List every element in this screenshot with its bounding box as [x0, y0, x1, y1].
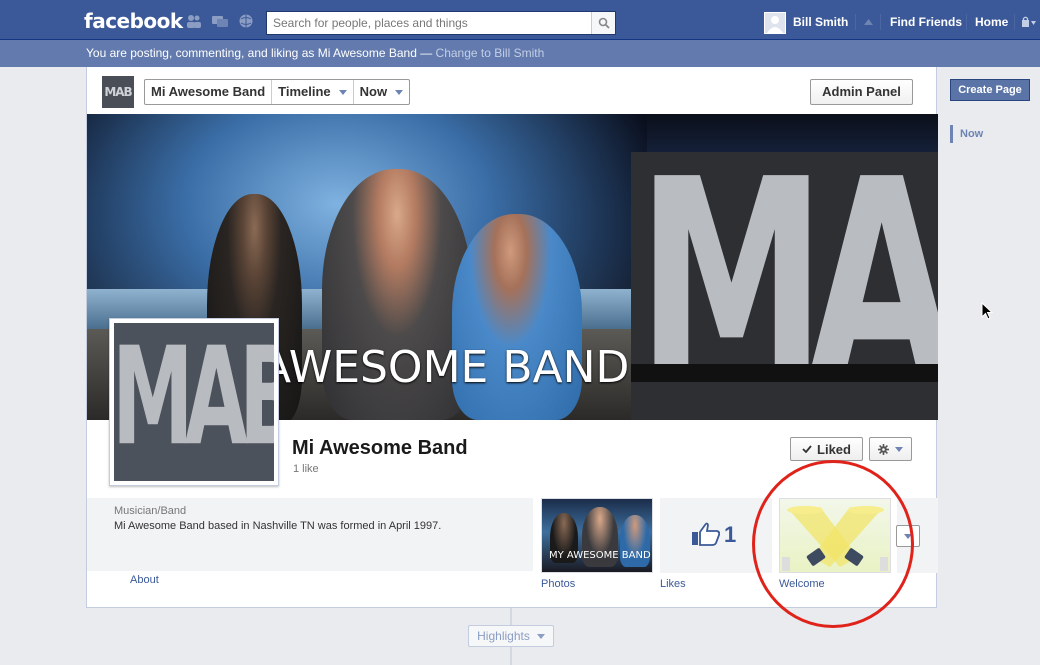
selector-label: Mi Awesome Band: [151, 84, 266, 99]
photos-caption: MY AWESOME BAND: [549, 550, 651, 561]
nav-divider: [880, 14, 881, 30]
messages-icon[interactable]: [212, 14, 228, 28]
chevron-down-icon: [536, 633, 545, 639]
liked-button-label: Liked: [817, 441, 851, 457]
thumbs-up-icon: [692, 522, 720, 546]
chevron-down-icon: [395, 89, 404, 95]
selector-label: Now: [359, 84, 388, 99]
likes-app-label[interactable]: Likes: [660, 578, 686, 590]
photos-app-label[interactable]: Photos: [541, 578, 575, 590]
account-settings-icon[interactable]: [1022, 16, 1036, 27]
notifications-globe-icon[interactable]: [238, 14, 254, 28]
chevron-down-icon: [338, 89, 347, 95]
about-description: Mi Awesome Band based in Nashville TN wa…: [114, 520, 442, 532]
photos-app-tile[interactable]: MY AWESOME BAND: [541, 498, 653, 573]
profile-mab-logo: MAB: [114, 323, 274, 477]
find-friends-link[interactable]: Find Friends: [890, 11, 962, 33]
selector-label: Timeline: [278, 84, 331, 99]
about-link[interactable]: About: [130, 574, 159, 586]
likes-count: 1: [724, 522, 737, 547]
user-avatar[interactable]: [764, 12, 786, 34]
friend-requests-icon[interactable]: [186, 14, 202, 28]
checkmark-icon: [802, 445, 812, 453]
timeline-nav-now[interactable]: Now: [960, 128, 983, 140]
mouse-pointer-icon: [981, 302, 993, 320]
cover-band-name: AWESOME BAND: [261, 342, 630, 393]
highlights-label: Highlights: [477, 629, 530, 643]
timeline-nav-marker: [950, 125, 953, 143]
page-category: Musician/Band: [114, 505, 187, 517]
search-box[interactable]: [266, 11, 616, 35]
admin-panel-button[interactable]: Admin Panel: [810, 79, 913, 105]
profile-picture[interactable]: MAB: [109, 318, 279, 486]
search-button[interactable]: [591, 12, 615, 34]
search-icon: [598, 17, 610, 29]
user-name-link[interactable]: Bill Smith: [793, 11, 848, 33]
annotation-circle: [752, 460, 914, 628]
liked-button[interactable]: Liked: [790, 437, 863, 461]
facebook-logo[interactable]: facebook: [84, 9, 183, 33]
timeline-dropdown[interactable]: Timeline: [272, 80, 354, 104]
gear-icon: [878, 443, 889, 455]
change-voice-link[interactable]: Change to Bill Smith: [436, 46, 545, 60]
page-thumbnail[interactable]: MAB: [102, 76, 134, 108]
page-settings-button[interactable]: [869, 437, 912, 461]
voice-bar-message: You are posting, commenting, and liking …: [86, 40, 544, 67]
page-title[interactable]: Mi Awesome Band: [292, 437, 468, 460]
nav-divider: [966, 14, 967, 30]
search-input[interactable]: [267, 12, 591, 34]
create-page-button[interactable]: Create Page: [950, 79, 1030, 101]
chevron-down-icon: [895, 446, 903, 452]
home-link[interactable]: Home: [975, 11, 1008, 33]
chevron-up-icon[interactable]: [864, 19, 873, 25]
nav-divider: [1014, 14, 1015, 30]
nav-divider: [855, 14, 856, 30]
page-name-selector[interactable]: Mi Awesome Band: [145, 80, 273, 104]
timeline-selector: Mi Awesome Band Timeline Now: [144, 79, 411, 105]
top-bar: facebook Bill Smith Find Friends Home: [0, 0, 1040, 40]
highlights-dropdown[interactable]: Highlights: [468, 625, 554, 647]
cover-dark-band: [631, 364, 938, 382]
voice-bar-text: You are posting, commenting, and liking …: [86, 46, 436, 60]
user-silhouette-icon: [767, 16, 783, 33]
profile-picture-image: MAB: [114, 323, 274, 481]
like-count[interactable]: 1 like: [293, 463, 319, 475]
now-dropdown[interactable]: Now: [354, 80, 409, 104]
voice-bar: You are posting, commenting, and liking …: [0, 40, 1040, 67]
